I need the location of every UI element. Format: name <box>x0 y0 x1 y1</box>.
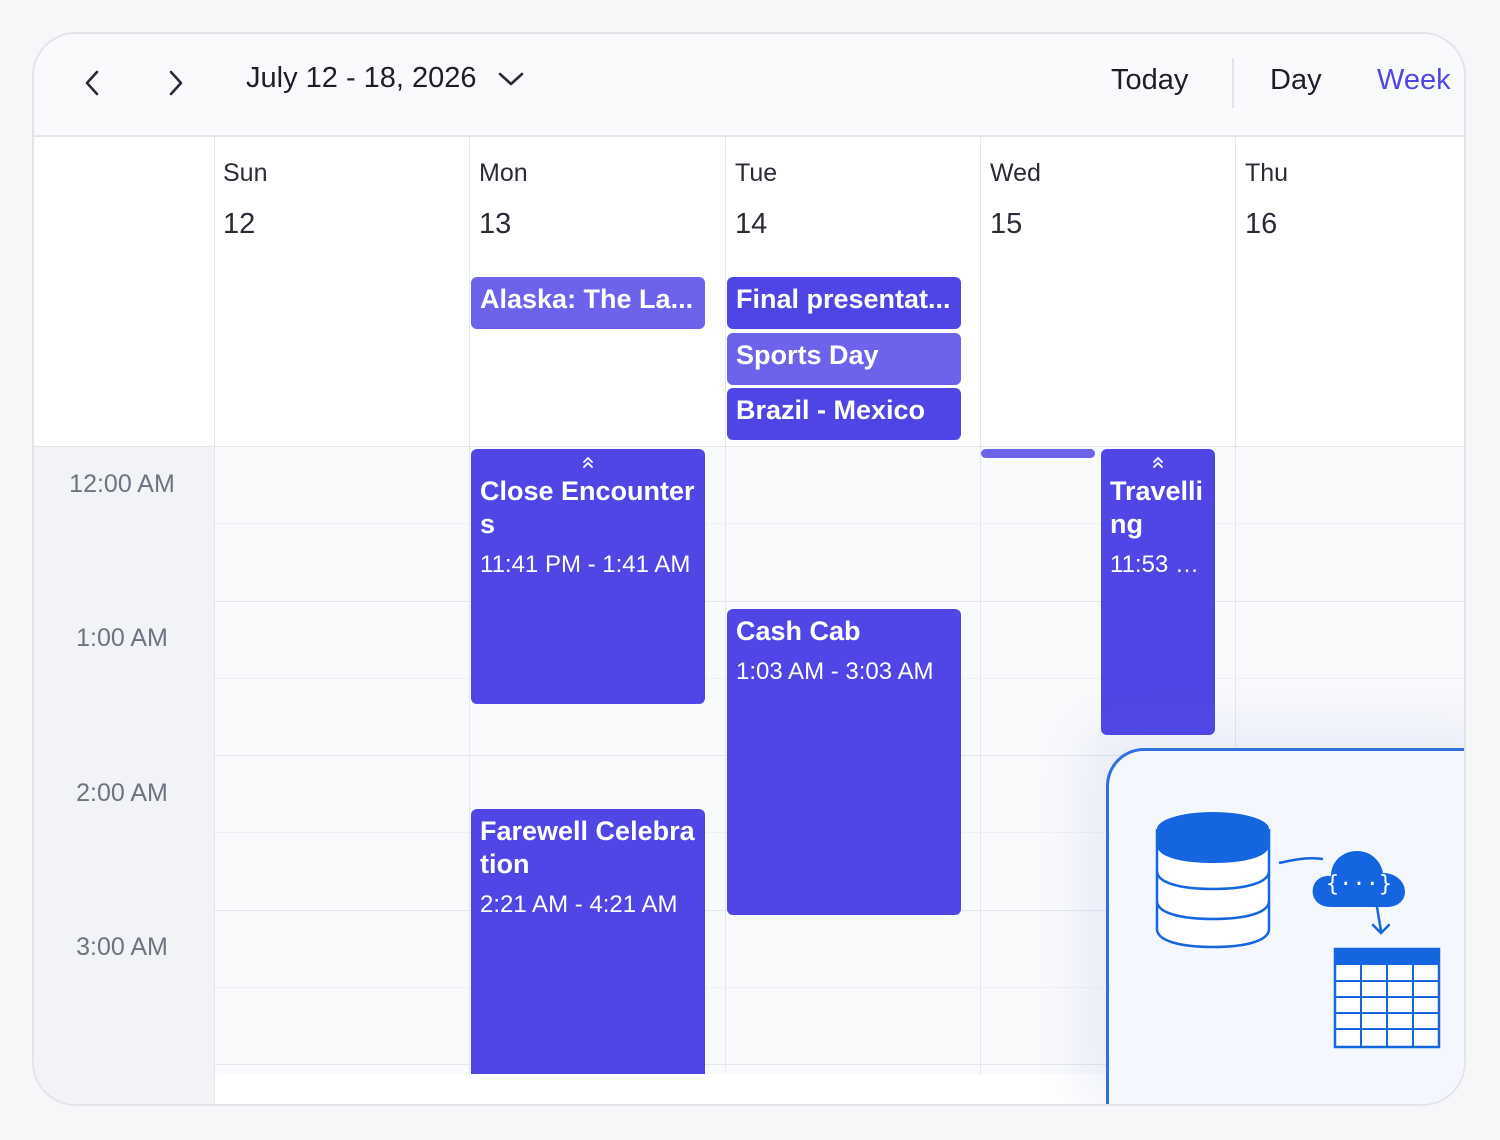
chevron-left-icon <box>85 70 99 96</box>
day-number: 12 <box>223 208 256 240</box>
event-cash-cab[interactable]: Cash Cab 1:03 AM - 3:03 AM <box>727 609 961 915</box>
day-header-sun[interactable]: Sun 12 <box>223 159 267 241</box>
chevron-up-double-icon <box>1153 457 1163 468</box>
grid-footer <box>215 1074 981 1104</box>
database-icon <box>1155 812 1271 949</box>
day-header-tue[interactable]: Tue 14 <box>735 159 777 241</box>
event-travelling[interactable]: Travelling 11:53 P... <box>1101 449 1215 735</box>
column-line <box>469 137 470 1074</box>
continues-from-previous-day <box>480 455 696 469</box>
chevron-down-icon <box>498 72 523 85</box>
half-hour-line <box>214 523 1464 524</box>
day-number: 15 <box>990 208 1023 240</box>
day-name: Wed <box>990 159 1041 187</box>
time-label: 3:00 AM <box>76 933 168 961</box>
today-button[interactable]: Today <box>1111 64 1188 97</box>
event-title: Farewell Celebration <box>480 816 695 879</box>
chevron-right-icon <box>169 70 183 96</box>
day-name: Mon <box>479 159 528 187</box>
scheduler-window: July 12 - 18, 2026 Today Day Week 12:00 … <box>32 32 1466 1106</box>
allday-divider <box>34 446 1464 447</box>
allday-event-brazil-mexico[interactable]: Brazil - Mexico <box>727 388 961 440</box>
column-line <box>980 137 981 1074</box>
column-line <box>214 137 215 1074</box>
day-name: Sun <box>223 159 268 187</box>
svg-text:{···}: {···} <box>1326 872 1392 897</box>
date-range-label: July 12 - 18, 2026 <box>246 62 477 94</box>
data-binding-illustration: {···} <box>1106 748 1464 1104</box>
day-number: 14 <box>735 208 768 240</box>
allday-event-final-presentation[interactable]: Final presentat... <box>727 277 961 329</box>
event-overflow-indicator[interactable] <box>981 449 1095 458</box>
hour-line <box>214 601 1464 602</box>
date-range-picker[interactable]: July 12 - 18, 2026 <box>246 62 525 95</box>
day-number: 13 <box>479 208 512 240</box>
cloud-api-icon: {···} <box>1312 851 1405 907</box>
time-label: 1:00 AM <box>76 624 168 652</box>
day-header-mon[interactable]: Mon 13 <box>479 159 528 241</box>
time-label: 2:00 AM <box>76 779 168 807</box>
event-time: 2:21 AM - 4:21 AM <box>480 891 678 918</box>
event-farewell-celebration[interactable]: Farewell Celebration 2:21 AM - 4:21 AM <box>471 809 705 1104</box>
event-title: Cash Cab <box>736 616 861 646</box>
event-time: 1:03 AM - 3:03 AM <box>736 658 934 685</box>
column-line <box>725 137 726 1074</box>
week-view-button[interactable]: Week <box>1377 64 1451 97</box>
event-time: 11:41 PM - 1:41 AM <box>480 551 691 578</box>
event-close-encounters[interactable]: Close Encounters 11:41 PM - 1:41 AM <box>471 449 705 704</box>
time-gutter: 12:00 AM 1:00 AM 2:00 AM 3:00 AM <box>34 446 215 1104</box>
time-label: 12:00 AM <box>69 470 175 498</box>
table-icon <box>1333 947 1441 1049</box>
event-title: Travelling <box>1110 476 1204 539</box>
day-name: Tue <box>735 159 778 187</box>
event-title: Close Encounters <box>480 476 695 539</box>
continues-from-previous-day <box>1110 455 1206 469</box>
allday-event-alaska[interactable]: Alaska: The La... <box>471 277 705 329</box>
day-name: Thu <box>1245 159 1289 187</box>
chevron-up-double-icon <box>583 457 593 468</box>
day-header-wed[interactable]: Wed 15 <box>990 159 1041 241</box>
day-number: 16 <box>1245 208 1278 240</box>
day-header-thu[interactable]: Thu 16 <box>1245 159 1288 241</box>
day-view-button[interactable]: Day <box>1270 64 1322 97</box>
event-time: 11:53 P... <box>1110 551 1206 578</box>
previous-button[interactable] <box>74 64 110 102</box>
toolbar: July 12 - 18, 2026 Today Day Week <box>34 34 1464 137</box>
toolbar-divider <box>1232 58 1234 108</box>
next-button[interactable] <box>158 64 194 102</box>
allday-event-sports-day[interactable]: Sports Day <box>727 333 961 385</box>
